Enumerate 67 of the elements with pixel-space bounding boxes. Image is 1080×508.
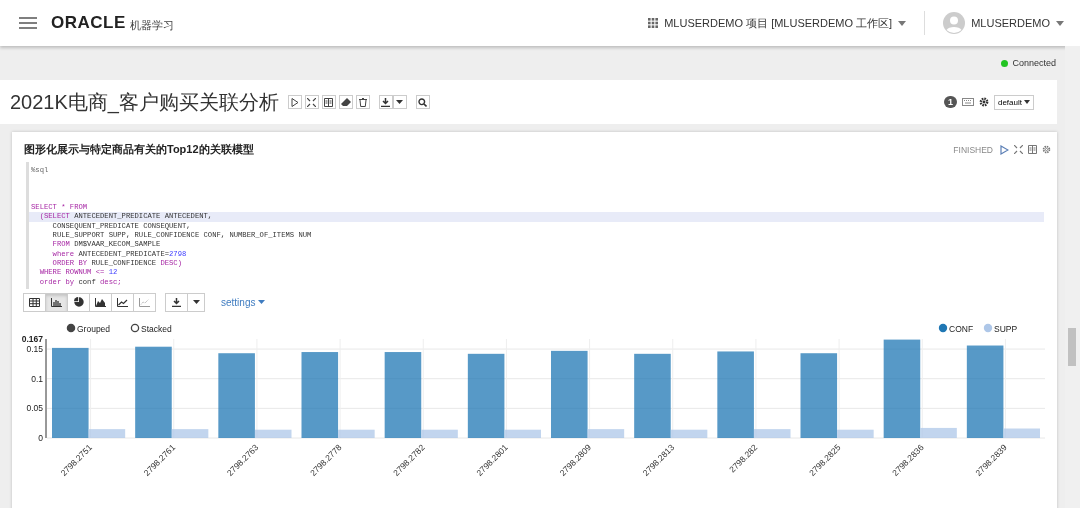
scatter-chart-icon [139,297,150,307]
area-view-button[interactable] [89,292,112,312]
connection-status: Connected [1012,58,1056,68]
legend-label: CONF [949,323,974,334]
menu-icon[interactable] [19,17,37,29]
download-icon [172,297,181,307]
search-button[interactable] [415,95,430,109]
expand-icon[interactable] [1014,145,1023,154]
line-chart-icon [117,297,128,307]
trash-icon [358,97,367,107]
y-axis: 0 0.05 0.1 0.15 0.167 [21,333,47,443]
download-button[interactable] [165,292,188,312]
table-icon [29,297,40,307]
paragraph-title: 图形化展示与特定商品有关的Top12的关联模型 [24,142,254,157]
keyboard-icon[interactable] [961,98,974,106]
book-icon[interactable] [1028,145,1037,154]
bar-view-button[interactable] [45,292,68,312]
eraser-icon [340,98,351,106]
play-icon [290,97,299,107]
dropdown-button[interactable] [187,292,205,312]
radio-button[interactable] [66,323,76,333]
table-view-button[interactable] [23,292,46,312]
count-badge: 1 [943,96,957,108]
settings-icon[interactable] [978,97,989,107]
y-tick-label: 0.1 [31,373,44,384]
book-icon [324,97,334,107]
y-tick-label: 0.15 [26,343,44,354]
expand-icon [307,97,317,107]
book-button[interactable] [321,95,336,109]
grid-icon [648,18,659,28]
y-tick-label: 0.05 [26,403,44,414]
legend-item[interactable]: SUPP [983,323,1018,334]
eraser-button[interactable] [338,95,353,109]
caret-icon [1056,20,1064,26]
delete-button[interactable] [355,95,370,109]
caret-icon [898,20,907,26]
caret-icon [396,100,404,104]
caret-icon [258,300,266,305]
download-button[interactable] [378,95,393,109]
legend-item[interactable]: CONF [938,323,974,334]
download-icon [381,97,391,107]
run-button[interactable] [287,95,302,109]
y-tick-label: 0.167 [21,333,44,344]
expand-button[interactable] [304,95,319,109]
settings-link[interactable]: settings [215,295,272,309]
radio-button[interactable] [130,323,140,333]
line-view-button[interactable] [111,292,134,312]
pie-chart-icon [73,297,84,308]
caret-icon [192,300,200,305]
product-name: 机器学习 [129,17,174,33]
search-icon [418,97,428,107]
y-tick-label: 0 [38,432,44,443]
user-menu[interactable]: MLUSERDEMO [939,12,1068,34]
pie-view-button[interactable] [67,292,90,312]
project-menu[interactable]: MLUSERDEMO 项目 [MLUSERDEMO 工作区] [644,15,911,31]
paragraph-status: FINISHED [953,144,993,155]
caret-icon [1024,100,1030,104]
notebook-title: 2021K电商_客户购买关联分析 [10,89,279,116]
radio-label: Stacked [141,323,172,334]
bar-chart-icon [51,297,62,307]
logo[interactable]: ORACLE [51,13,126,33]
play-icon[interactable] [1000,144,1009,155]
legend-label: SUPP [994,323,1018,334]
avatar-icon [943,12,966,34]
radio-label: Grouped [77,323,111,334]
area-chart-icon [95,297,106,307]
view-mode-dropdown[interactable]: default [993,94,1034,110]
